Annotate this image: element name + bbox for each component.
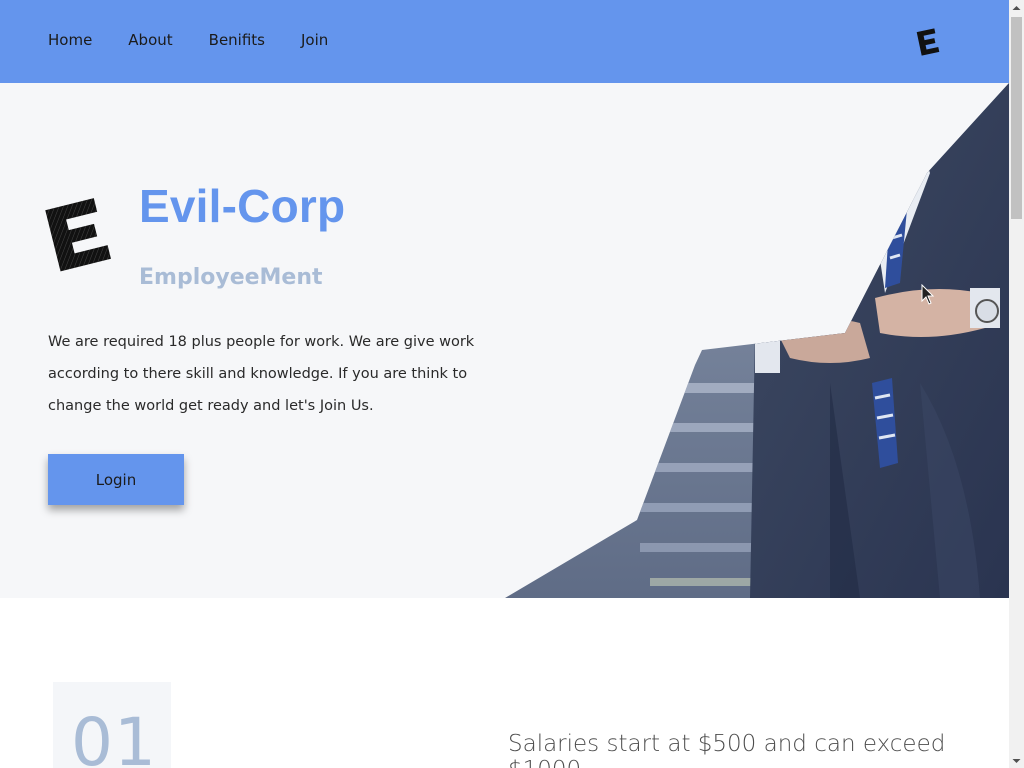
- page-viewport: Home About Benifits Join Evil-Corp Emplo…: [0, 0, 1009, 768]
- feature-text: Salaries start at $500 and can exceed $1…: [508, 731, 946, 768]
- scrollbar-thumb[interactable]: [1011, 17, 1022, 219]
- nav-item-about[interactable]: About: [128, 31, 172, 49]
- mouse-pointer-icon: [921, 284, 935, 305]
- chevron-down-icon[interactable]: [1009, 753, 1024, 768]
- hero-title: Evil-Corp: [139, 180, 346, 232]
- e-logo-icon[interactable]: [913, 24, 943, 60]
- hero-description: We are required 18 plus people for work.…: [48, 334, 475, 414]
- nav-item-join[interactable]: Join: [301, 31, 328, 49]
- feature-number: 01: [71, 704, 157, 768]
- vertical-scrollbar[interactable]: [1009, 0, 1024, 768]
- nav-item-benifits[interactable]: Benifits: [209, 31, 265, 49]
- e-logo-icon: [45, 198, 111, 272]
- nav-item-home[interactable]: Home: [48, 31, 92, 49]
- hero-subtitle: EmployeeMent: [139, 265, 323, 290]
- top-navbar: Home About Benifits Join: [0, 0, 1009, 83]
- nav-links: Home About Benifits Join: [48, 31, 364, 49]
- hero-image: [505, 83, 1009, 598]
- feature-number-box: 01: [53, 682, 171, 768]
- chevron-up-icon[interactable]: [1009, 0, 1024, 15]
- hero-section: Evil-Corp EmployeeMent We are required 1…: [0, 83, 1009, 598]
- features-section: 01 Salaries start at $500 and can exceed…: [0, 598, 1009, 768]
- login-button[interactable]: Login: [48, 454, 184, 505]
